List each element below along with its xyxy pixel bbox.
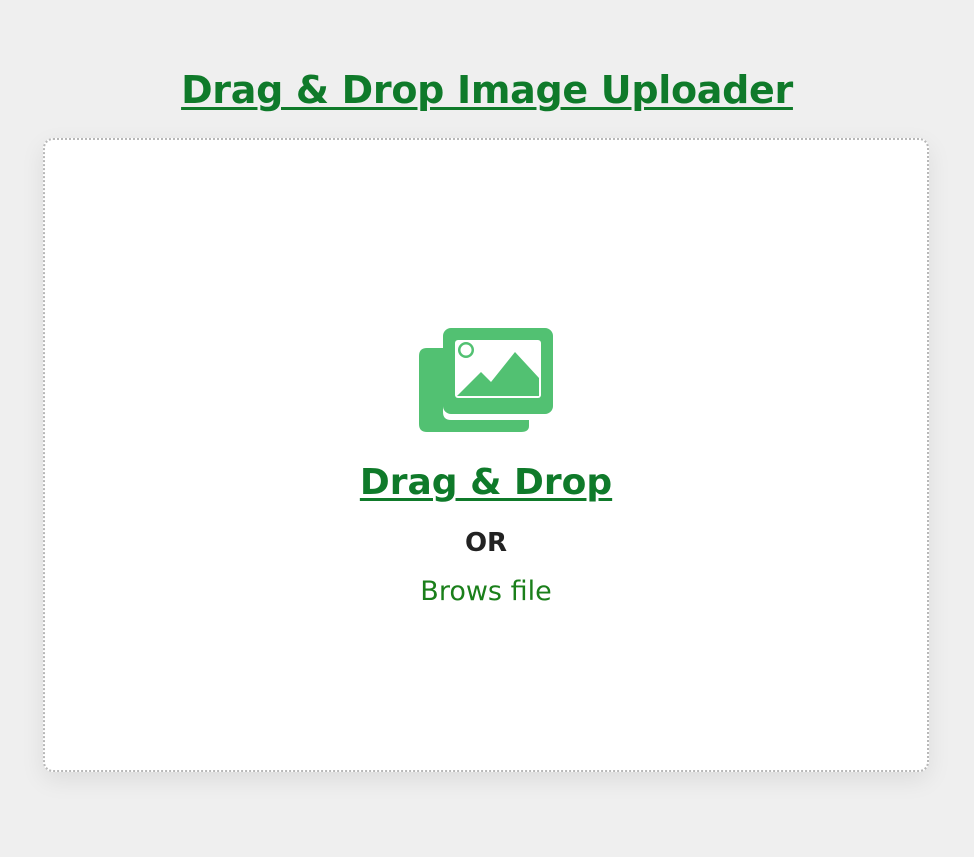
drop-zone[interactable]: Drag & Drop OR Brows file bbox=[43, 138, 929, 772]
page-title: Drag & Drop Image Uploader bbox=[181, 68, 793, 112]
images-icon bbox=[419, 328, 553, 432]
or-label: OR bbox=[464, 528, 508, 558]
browse-file-link[interactable]: Brows file bbox=[420, 576, 551, 608]
drop-heading: Drag & Drop bbox=[359, 462, 613, 503]
